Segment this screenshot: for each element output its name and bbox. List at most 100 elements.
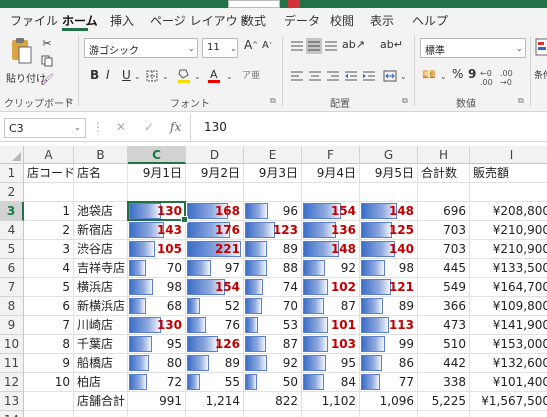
font-color-icon[interactable]: A [206, 66, 222, 84]
cell-d8[interactable]: 52 [186, 297, 244, 316]
cell-h2[interactable] [418, 183, 470, 202]
cell-b14[interactable] [74, 411, 128, 417]
chevron-down-icon[interactable]: ⌄ [440, 72, 447, 81]
font-name-combo[interactable]: 游ゴシック [84, 38, 198, 58]
paste-icon[interactable] [8, 36, 34, 66]
border-icon[interactable] [144, 68, 160, 84]
cell-d13[interactable]: 1,214 [186, 392, 244, 411]
cell-i6[interactable]: ¥133,500 [470, 259, 547, 278]
cell-c8[interactable]: 68 [128, 297, 186, 316]
chevron-down-icon[interactable]: ⌄ [516, 44, 523, 53]
cell-a1[interactable]: 店コード [24, 164, 75, 183]
cell-h6[interactable]: 445 [418, 259, 470, 278]
column-header-a[interactable]: A [24, 146, 74, 164]
cell-i10[interactable]: ¥153,000 [470, 335, 547, 354]
decrease-decimal-icon[interactable]: .00 →0 [500, 69, 513, 87]
cell-h1[interactable]: 合計数 [418, 164, 470, 183]
tab-page-layout[interactable]: ページ レイアウト [150, 12, 250, 29]
row-header-9[interactable]: 9 [0, 316, 24, 335]
row-header-2[interactable]: 2 [0, 183, 24, 202]
grow-font-button[interactable]: A ^ [244, 38, 258, 52]
cell-i3[interactable]: ¥208,800 [470, 202, 547, 221]
cell-e3[interactable]: 96 [244, 202, 302, 221]
cell-h4[interactable]: 703 [418, 221, 470, 240]
tab-help[interactable]: ヘルプ [412, 12, 448, 29]
cell-c7[interactable]: 98 [128, 278, 186, 297]
cell-c9[interactable]: 130 [128, 316, 186, 335]
column-header-c[interactable]: C [128, 146, 186, 164]
cell-f4[interactable]: 136 [302, 221, 360, 240]
cell-f5[interactable]: 148 [302, 240, 360, 259]
cell-e10[interactable]: 87 [244, 335, 302, 354]
cut-icon[interactable]: ✂ [40, 36, 54, 50]
cell-a13[interactable] [24, 392, 74, 411]
cell-g11[interactable]: 86 [360, 354, 418, 373]
cell-f8[interactable]: 87 [302, 297, 360, 316]
select-all-corner[interactable] [0, 146, 24, 164]
cell-i2[interactable] [470, 183, 547, 202]
cell-a8[interactable]: 6 [24, 297, 74, 316]
formula-input[interactable]: 130 [204, 120, 227, 134]
row-header-10[interactable]: 10 [0, 335, 24, 354]
chevron-down-icon[interactable]: ⌄ [134, 72, 141, 81]
copy-icon[interactable] [40, 54, 54, 68]
align-middle-icon[interactable] [306, 38, 322, 54]
cell-d5[interactable]: 221 [186, 240, 244, 259]
cell-e2[interactable] [244, 183, 302, 202]
row-header-4[interactable]: 4 [0, 221, 24, 240]
cell-f7[interactable]: 102 [302, 278, 360, 297]
cell-e12[interactable]: 50 [244, 373, 302, 392]
cancel-icon[interactable]: ✕ [116, 120, 126, 134]
cell-c2[interactable] [128, 183, 186, 202]
cell-b5[interactable]: 渋谷店 [74, 240, 128, 259]
shrink-font-button[interactable]: Aˇ [262, 40, 272, 51]
column-header-h[interactable]: H [418, 146, 470, 164]
cell-f9[interactable]: 101 [302, 316, 360, 335]
column-header-g[interactable]: G [360, 146, 418, 164]
cell-d6[interactable]: 97 [186, 259, 244, 278]
cell-c5[interactable]: 105 [128, 240, 186, 259]
italic-button[interactable]: I [106, 68, 110, 82]
row-header-6[interactable]: 6 [0, 259, 24, 278]
cell-c4[interactable]: 143 [128, 221, 186, 240]
cell-d14[interactable] [186, 411, 244, 417]
cell-a14[interactable] [24, 411, 74, 417]
cell-b4[interactable]: 新宿店 [74, 221, 128, 240]
cell-b9[interactable]: 川崎店 [74, 316, 128, 335]
cell-d10[interactable]: 126 [186, 335, 244, 354]
row-header-3[interactable]: 3 [0, 202, 24, 221]
tab-home[interactable]: ホーム [62, 12, 98, 29]
cell-g7[interactable]: 121 [360, 278, 418, 297]
cell-h14[interactable] [418, 411, 470, 417]
cell-e6[interactable]: 88 [244, 259, 302, 278]
cell-g5[interactable]: 140 [360, 240, 418, 259]
cell-b2[interactable] [74, 183, 128, 202]
align-bottom-icon[interactable] [324, 40, 338, 52]
percent-button[interactable]: % [452, 67, 463, 81]
cell-h13[interactable]: 5,225 [418, 392, 470, 411]
cell-c13[interactable]: 991 [128, 392, 186, 411]
cell-f12[interactable]: 84 [302, 373, 360, 392]
fill-color-icon[interactable] [176, 66, 192, 84]
row-header-14[interactable]: 14 [0, 411, 24, 417]
cell-b8[interactable]: 新横浜店 [74, 297, 128, 316]
column-header-e[interactable]: E [244, 146, 302, 164]
cell-h8[interactable]: 366 [418, 297, 470, 316]
cell-a5[interactable]: 3 [24, 240, 74, 259]
merge-center-icon[interactable] [382, 68, 398, 84]
cell-c3[interactable]: 130 [128, 202, 186, 221]
cell-c1[interactable]: 9月1日 [128, 164, 186, 183]
cell-f6[interactable]: 92 [302, 259, 360, 278]
chevron-down-icon[interactable]: ⌄ [400, 72, 407, 81]
cell-b12[interactable]: 柏店 [74, 373, 128, 392]
cell-g1[interactable]: 9月5日 [360, 164, 418, 183]
cell-e4[interactable]: 123 [244, 221, 302, 240]
cell-g8[interactable]: 89 [360, 297, 418, 316]
cell-f13[interactable]: 1,102 [302, 392, 360, 411]
cell-e5[interactable]: 89 [244, 240, 302, 259]
cell-h12[interactable]: 338 [418, 373, 470, 392]
cell-d1[interactable]: 9月2日 [186, 164, 244, 183]
bold-button[interactable]: B [90, 68, 99, 82]
cell-i7[interactable]: ¥164,700 [470, 278, 547, 297]
cell-e1[interactable]: 9月3日 [244, 164, 302, 183]
